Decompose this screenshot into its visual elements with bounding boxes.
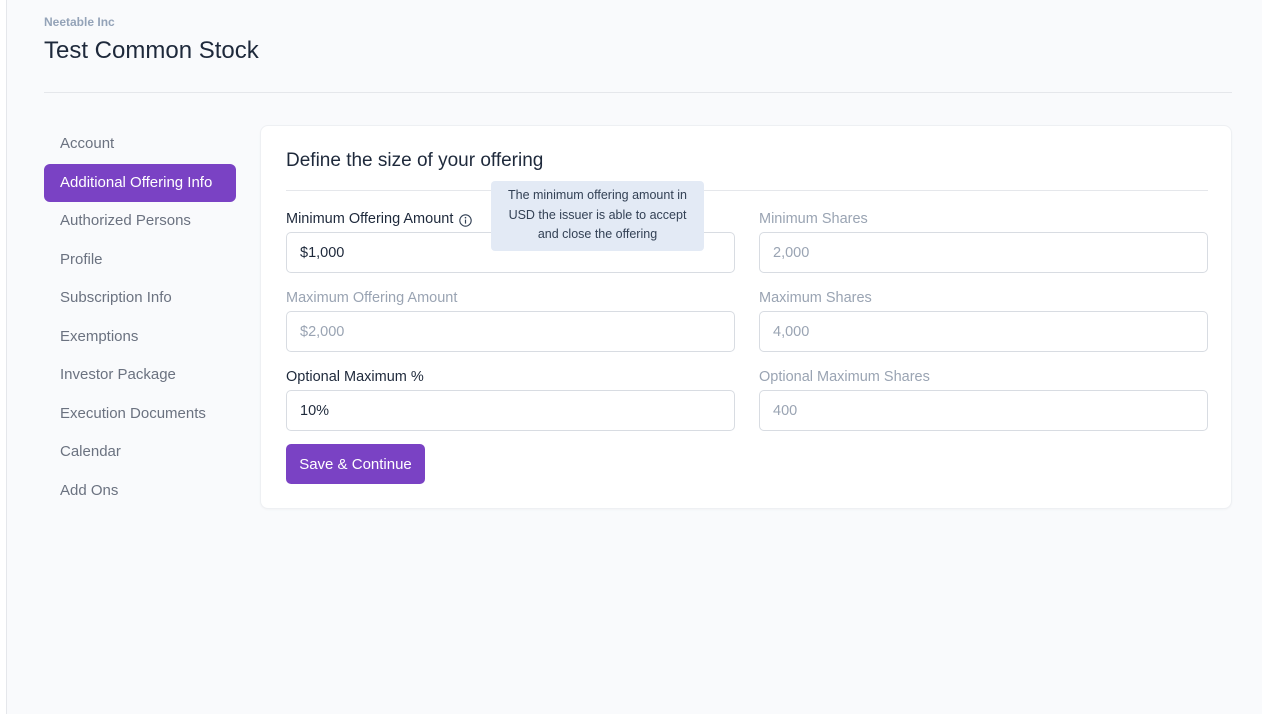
sidebar-item-account[interactable]: Account [44, 125, 236, 164]
optional-max-shares-field: Optional Maximum Shares [759, 367, 1208, 431]
sidebar-item-investor-package[interactable]: Investor Package [44, 356, 236, 395]
optional-max-pct-input[interactable] [286, 390, 735, 431]
min-shares-input [759, 232, 1208, 273]
header-divider [44, 92, 1232, 93]
page-title: Test Common Stock [44, 37, 259, 64]
max-offering-field: Maximum Offering Amount [286, 288, 735, 352]
optional-max-pct-label: Optional Maximum % [286, 369, 424, 385]
sidebar-item-profile[interactable]: Profile [44, 241, 236, 280]
sidebar-item-exemptions[interactable]: Exemptions [44, 318, 236, 357]
optional-max-pct-field: Optional Maximum % [286, 367, 735, 431]
min-shares-label: Minimum Shares [759, 211, 868, 227]
optional-max-shares-input [759, 390, 1208, 431]
sidebar-item-calendar[interactable]: Calendar [44, 433, 236, 472]
max-offering-input [286, 311, 735, 352]
min-offering-label-text: Minimum Offering Amount [286, 211, 454, 227]
sidebar-item-authorized-persons[interactable]: Authorized Persons [44, 202, 236, 241]
offering-size-card: Define the size of your offering Minimum… [260, 125, 1232, 509]
min-offering-tooltip: The minimum offering amount in USD the i… [491, 181, 704, 251]
sidebar-nav: Account Additional Offering Info Authori… [44, 125, 236, 510]
min-shares-field: Minimum Shares [759, 209, 1208, 273]
company-name: Neetable Inc [44, 15, 115, 29]
form-divider [286, 190, 1208, 191]
max-shares-input [759, 311, 1208, 352]
max-shares-field: Maximum Shares [759, 288, 1208, 352]
save-continue-button[interactable]: Save & Continue [286, 444, 425, 484]
max-offering-label: Maximum Offering Amount [286, 290, 458, 306]
sidebar-item-additional-offering-info[interactable]: Additional Offering Info [44, 163, 236, 202]
form-title: Define the size of your offering [286, 150, 544, 171]
page: Neetable Inc Test Common Stock Account A… [6, 0, 1262, 714]
max-shares-label: Maximum Shares [759, 290, 872, 306]
optional-max-shares-label: Optional Maximum Shares [759, 369, 930, 385]
sidebar-item-execution-documents[interactable]: Execution Documents [44, 395, 236, 434]
sidebar-item-subscription-info[interactable]: Subscription Info [44, 279, 236, 318]
info-icon[interactable] [459, 213, 473, 227]
sidebar-item-add-ons[interactable]: Add Ons [44, 472, 236, 511]
